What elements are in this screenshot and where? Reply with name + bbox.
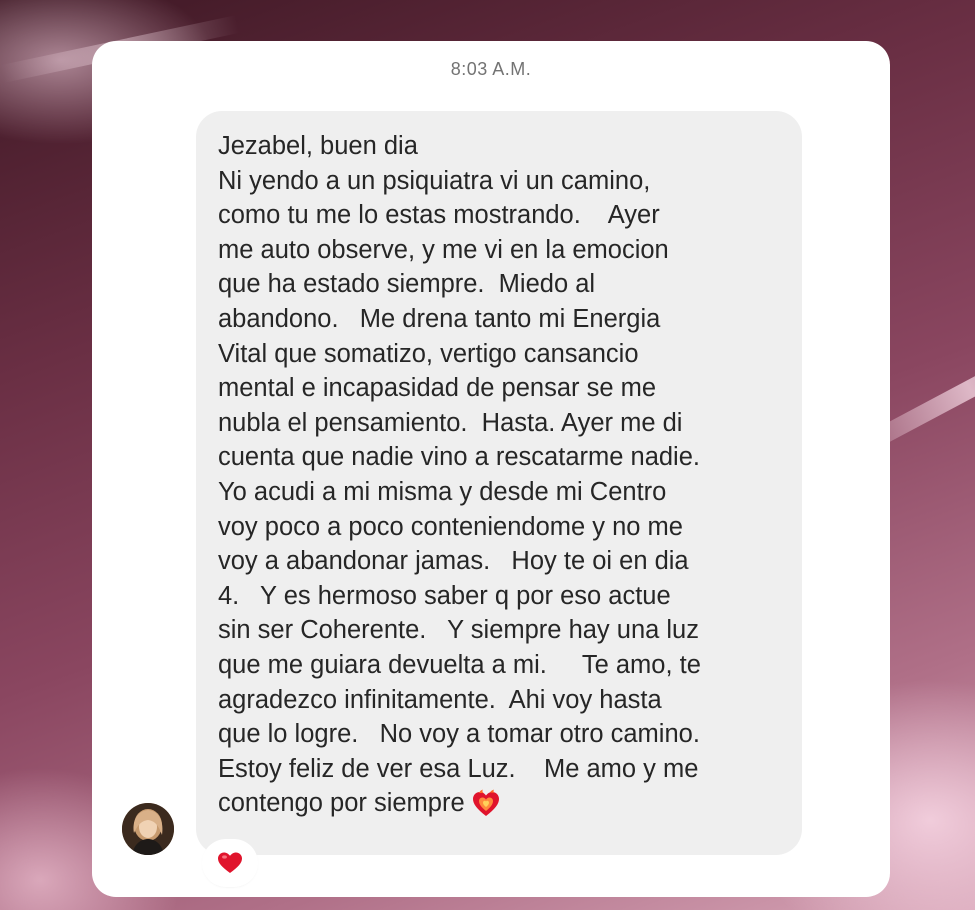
message-line: que me guiara devuelta a mi. Te amo, te — [218, 650, 701, 679]
message-line: que lo logre. No voy a tomar otro camino… — [218, 720, 700, 749]
avatar[interactable] — [122, 803, 174, 855]
message-line: Estoy feliz de ver esa Luz. Me amo y me — [218, 754, 699, 783]
message-line: como tu me lo estas mostrando. Ayer — [218, 201, 660, 230]
message-line: Yo acudi a mi misma y desde mi Centro — [218, 477, 667, 506]
message-line: cuenta que nadie vino a rescatarme nadie… — [218, 443, 700, 472]
message-line: mental e incapasidad de pensar se me — [218, 374, 657, 403]
message-line: nubla el pensamiento. Hasta. Ayer me di — [218, 408, 683, 437]
message-line: Ni yendo a un psiquiatra vi un camino, — [218, 166, 651, 195]
chat-thread: 8:03 A.M. Jezabel, buen dia Ni yendo a u… — [92, 41, 890, 897]
message-bubble[interactable]: Jezabel, buen dia Ni yendo a un psiquiat… — [196, 111, 802, 855]
message-line: abandono. Me drena tanto mi Energia — [218, 304, 661, 333]
message-line: sin ser Coherente. Y siempre hay una luz — [218, 616, 699, 645]
heart-on-fire-icon — [471, 789, 501, 817]
message-line: voy poco a poco conteniendome y no me — [218, 512, 683, 541]
message-line: 4. Y es hermoso saber q por eso actue — [218, 581, 671, 610]
message-line: voy a abandonar jamas. Hoy te oi en dia — [218, 547, 689, 576]
red-heart-icon — [218, 852, 242, 873]
message-line: contengo por siempre — [218, 789, 465, 818]
message-last-line: contengo por siempre — [218, 786, 782, 821]
message-timestamp: 8:03 A.M. — [450, 59, 532, 79]
message-line: Vital que somatizo, vertigo cansancio — [218, 339, 639, 368]
message-line: Jezabel, buen dia — [218, 132, 418, 160]
reaction-badge[interactable] — [204, 841, 256, 885]
message-line: agradezco infinitamente. Ahi voy hasta — [218, 685, 662, 714]
message-line: me auto observe, y me vi en la emocion — [218, 235, 669, 264]
message-line: que ha estado siempre. Miedo al — [218, 270, 596, 299]
